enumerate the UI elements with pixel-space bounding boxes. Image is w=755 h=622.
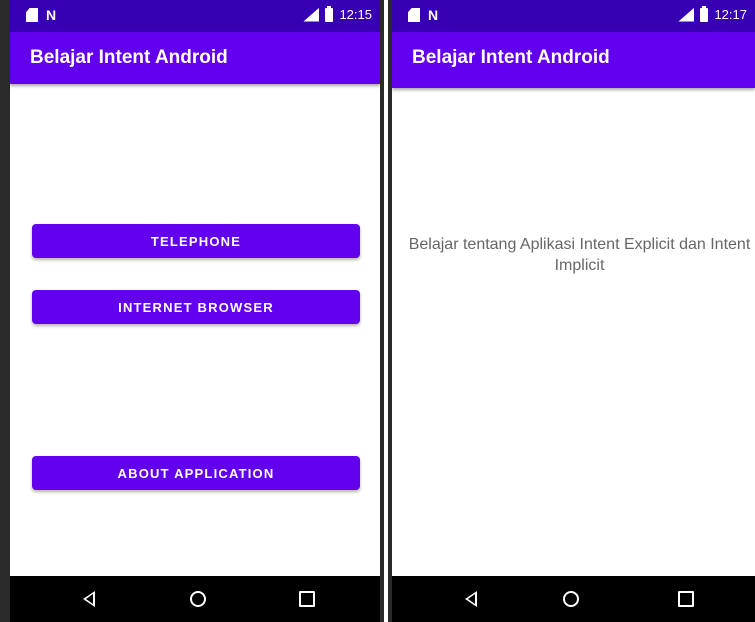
network-type: LTE	[676, 3, 689, 11]
recent-apps-button[interactable]	[675, 588, 697, 610]
app-bar: Belajar Intent Android	[392, 32, 755, 88]
notification-n-icon: N	[46, 7, 57, 23]
app-bar: Belajar Intent Android	[10, 32, 380, 84]
navigation-bar	[392, 576, 755, 622]
back-button[interactable]	[78, 588, 100, 610]
recent-apps-button[interactable]	[296, 588, 318, 610]
battery-icon	[700, 5, 709, 22]
main-content: TELEPHONE INTERNET BROWSER ABOUT APPLICA…	[10, 84, 380, 576]
status-time: 12:15	[339, 7, 372, 22]
home-icon	[190, 591, 206, 607]
app-title: Belajar Intent Android	[412, 47, 610, 68]
home-button[interactable]	[560, 588, 582, 610]
back-icon	[83, 591, 95, 607]
telephone-button[interactable]: TELEPHONE	[32, 224, 360, 258]
main-activity-screen: N LTE 12:15 Belajar Intent Android TELEP…	[0, 0, 384, 622]
about-application-button[interactable]: ABOUT APPLICATION	[32, 456, 360, 490]
home-icon	[563, 591, 579, 607]
back-icon	[465, 591, 477, 607]
signal-icon: LTE	[678, 7, 695, 22]
sim-card-icon	[408, 8, 420, 22]
battery-icon	[325, 5, 334, 22]
status-time: 12:17	[714, 7, 747, 22]
notification-n-icon: N	[428, 7, 439, 23]
recent-apps-icon	[678, 591, 694, 607]
home-button[interactable]	[187, 588, 209, 610]
signal-icon: LTE	[303, 7, 320, 22]
about-description-text: Belajar tentang Aplikasi Intent Explicit…	[408, 236, 751, 274]
status-bar: N LTE 12:15	[10, 0, 380, 32]
network-type: LTE	[301, 3, 314, 11]
back-button[interactable]	[460, 588, 482, 610]
app-title: Belajar Intent Android	[30, 47, 228, 68]
recent-apps-icon	[299, 591, 315, 607]
about-activity-screen: N LTE 12:17 Belajar Intent Android Belaj…	[388, 0, 755, 622]
navigation-bar	[10, 576, 380, 622]
sim-card-icon	[26, 8, 38, 22]
about-content: Belajar tentang Aplikasi Intent Explicit…	[392, 88, 755, 576]
internet-browser-button[interactable]: INTERNET BROWSER	[32, 290, 360, 324]
status-bar: N LTE 12:17	[392, 0, 755, 32]
